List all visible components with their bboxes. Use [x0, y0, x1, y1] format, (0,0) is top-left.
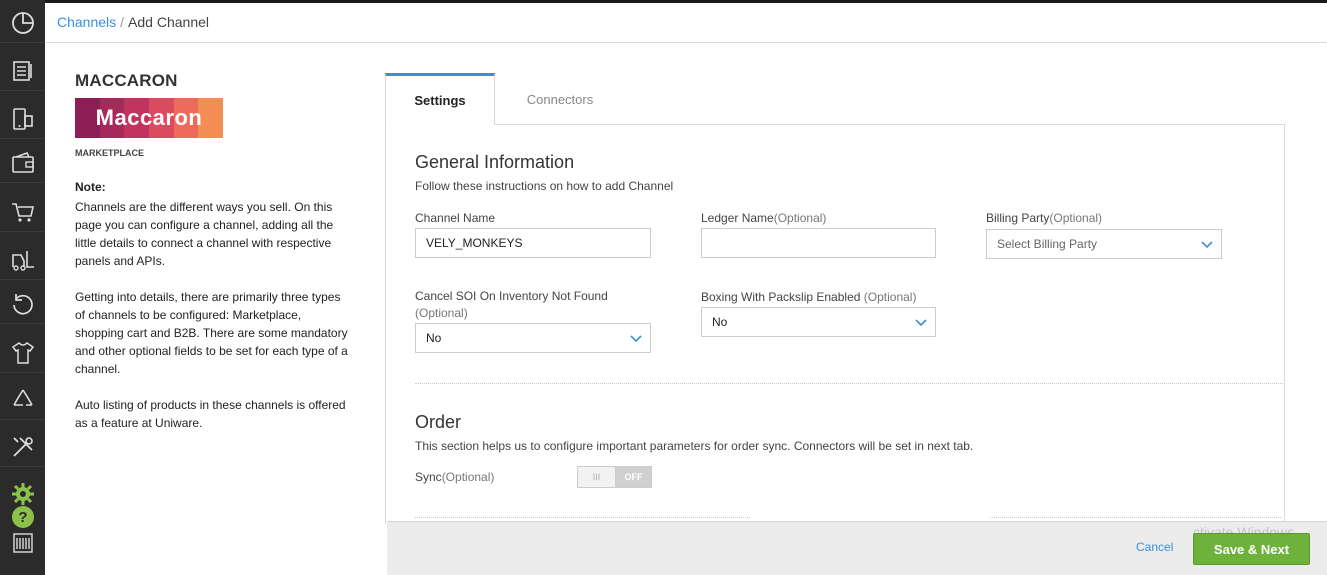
section-divider [415, 517, 750, 518]
channel-name-label: Channel Name [415, 211, 496, 225]
channel-logo: Maccaron [75, 98, 223, 138]
dashboard-icon[interactable] [0, 3, 45, 43]
note-label: Note: [75, 180, 106, 194]
general-info-subtitle: Follow these instructions on how to add … [415, 179, 674, 193]
recycle-icon[interactable] [0, 380, 45, 420]
optional-tag: (Optional) [863, 290, 917, 304]
wallet-icon[interactable] [0, 143, 45, 183]
boxing-text: Boxing With Packslip Enabled [701, 290, 861, 304]
forklift-icon[interactable] [0, 240, 45, 280]
sync-toggle[interactable]: III OFF [577, 466, 652, 488]
cart-icon[interactable] [0, 192, 45, 232]
save-next-button[interactable]: Save & Next [1193, 533, 1310, 565]
tab-settings[interactable]: Settings [385, 73, 495, 125]
page-header: Channels / Add Channel [45, 3, 1327, 43]
billing-party-label: Billing Party(Optional) [986, 210, 1102, 227]
order-subtitle: This section helps us to configure impor… [415, 439, 974, 453]
section-divider [415, 383, 1283, 384]
barcode-icon[interactable] [0, 523, 45, 563]
general-info-title: General Information [415, 152, 575, 172]
section-divider [990, 517, 1281, 518]
apparel-icon[interactable] [0, 333, 45, 373]
channel-type: MARKETPLACE [75, 148, 144, 158]
breadcrumb-channels-link[interactable]: Channels [57, 14, 116, 30]
note-paragraph: Auto listing of products in these channe… [75, 398, 346, 430]
sync-label: Sync(Optional) [415, 469, 494, 486]
orders-icon[interactable] [0, 51, 45, 91]
ledger-name-label: Ledger Name(Optional) [701, 210, 826, 227]
cancel-soi-value: No [426, 331, 442, 345]
optional-tag: (Optional) [1049, 211, 1103, 225]
note-paragraph: Getting into details, there are primaril… [75, 290, 348, 376]
order-title: Order [415, 412, 462, 432]
chevron-down-icon [915, 319, 927, 327]
sync-text: Sync [415, 470, 442, 484]
tab-connectors[interactable]: Connectors [495, 73, 625, 125]
channel-title: MACCARON [75, 71, 178, 90]
cancel-button[interactable]: Cancel [1136, 540, 1173, 554]
cancel-soi-select[interactable]: No [415, 323, 651, 353]
toggle-knob: III [578, 467, 616, 487]
chevron-down-icon [1201, 241, 1213, 249]
billing-party-placeholder: Select Billing Party [997, 237, 1098, 251]
billing-party-select[interactable]: Select Billing Party [986, 229, 1222, 259]
breadcrumb: Channels / Add Channel [57, 14, 209, 30]
tools-icon[interactable] [0, 427, 45, 467]
channel-name-input[interactable]: VELY_MONKEYS [415, 228, 651, 258]
returns-icon[interactable] [0, 284, 45, 324]
boxing-label: Boxing With Packslip Enabled (Optional) [701, 289, 916, 306]
optional-tag: (Optional) [441, 470, 495, 484]
breadcrumb-current: Add Channel [128, 14, 209, 30]
cancel-soi-text: Cancel SOI On Inventory Not Found [415, 289, 608, 303]
boxing-select[interactable]: No [701, 307, 936, 337]
chevron-down-icon [630, 335, 642, 343]
devices-icon[interactable] [0, 99, 45, 139]
logo-text: Maccaron [95, 105, 203, 130]
toggle-state: OFF [616, 467, 651, 487]
channel-info: MACCARON Maccaron MARKETPLACE Note: Chan… [75, 72, 350, 450]
optional-tag: (Optional) [773, 211, 827, 225]
cancel-soi-label: Cancel SOI On Inventory Not Found (Option… [415, 288, 655, 322]
note-paragraph: Channels are the different ways you sell… [75, 200, 334, 268]
form-footer: ctivate Windows Cancel Save & Next [387, 521, 1327, 575]
side-nav: ? [0, 0, 45, 575]
optional-tag: (Optional) [415, 306, 468, 320]
ledger-name-input[interactable] [701, 228, 936, 258]
ledger-name-text: Ledger Name [701, 211, 774, 225]
boxing-value: No [712, 315, 728, 329]
breadcrumb-separator: / [120, 14, 125, 30]
billing-party-text: Billing Party [986, 211, 1050, 225]
